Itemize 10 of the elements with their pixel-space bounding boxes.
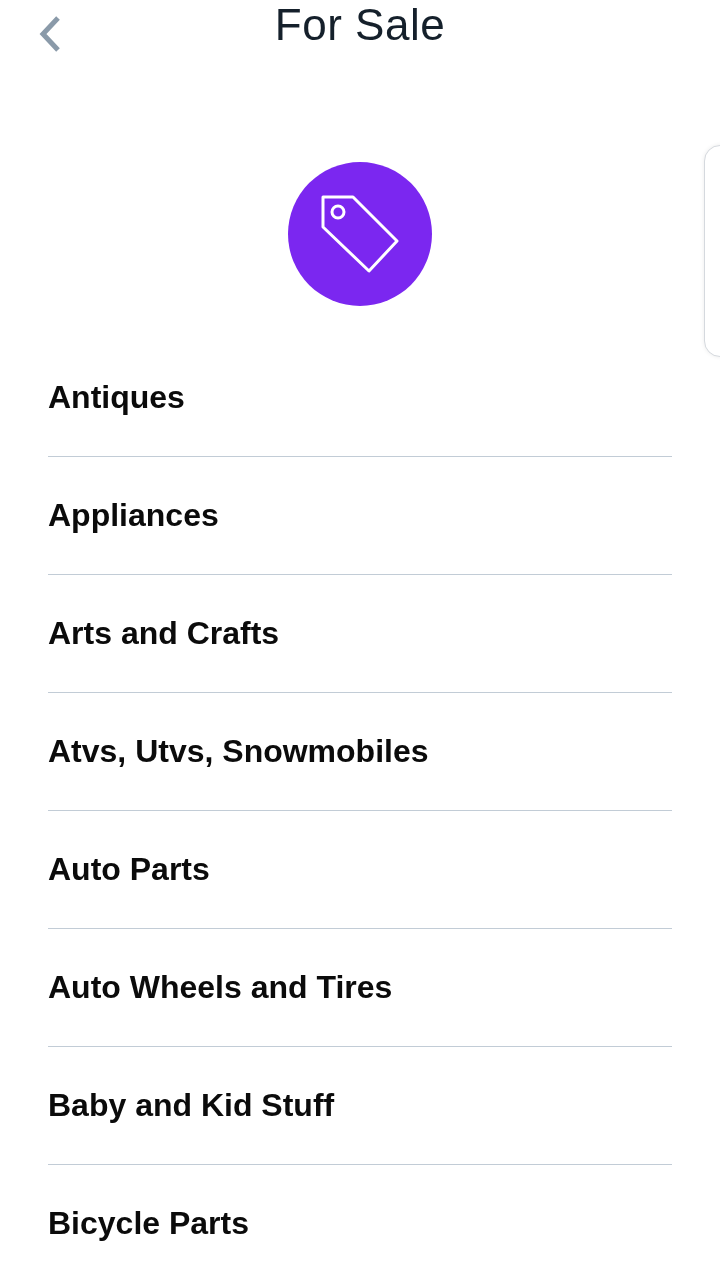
page-title: For Sale	[274, 0, 446, 50]
category-item[interactable]: Atvs, Utvs, Snowmobiles	[48, 733, 429, 770]
category-item[interactable]: Auto Wheels and Tires	[48, 969, 393, 1006]
category-item[interactable]: Appliances	[48, 497, 219, 534]
category-item[interactable]: Baby and Kid Stuff	[48, 1087, 335, 1124]
category-item[interactable]: Bicycle Parts	[48, 1205, 249, 1242]
category-item[interactable]: Auto Parts	[48, 851, 210, 888]
category-item[interactable]: Arts and Crafts	[48, 615, 280, 652]
chevron-left-icon	[38, 15, 62, 53]
category-item[interactable]: Antiques	[48, 379, 185, 416]
